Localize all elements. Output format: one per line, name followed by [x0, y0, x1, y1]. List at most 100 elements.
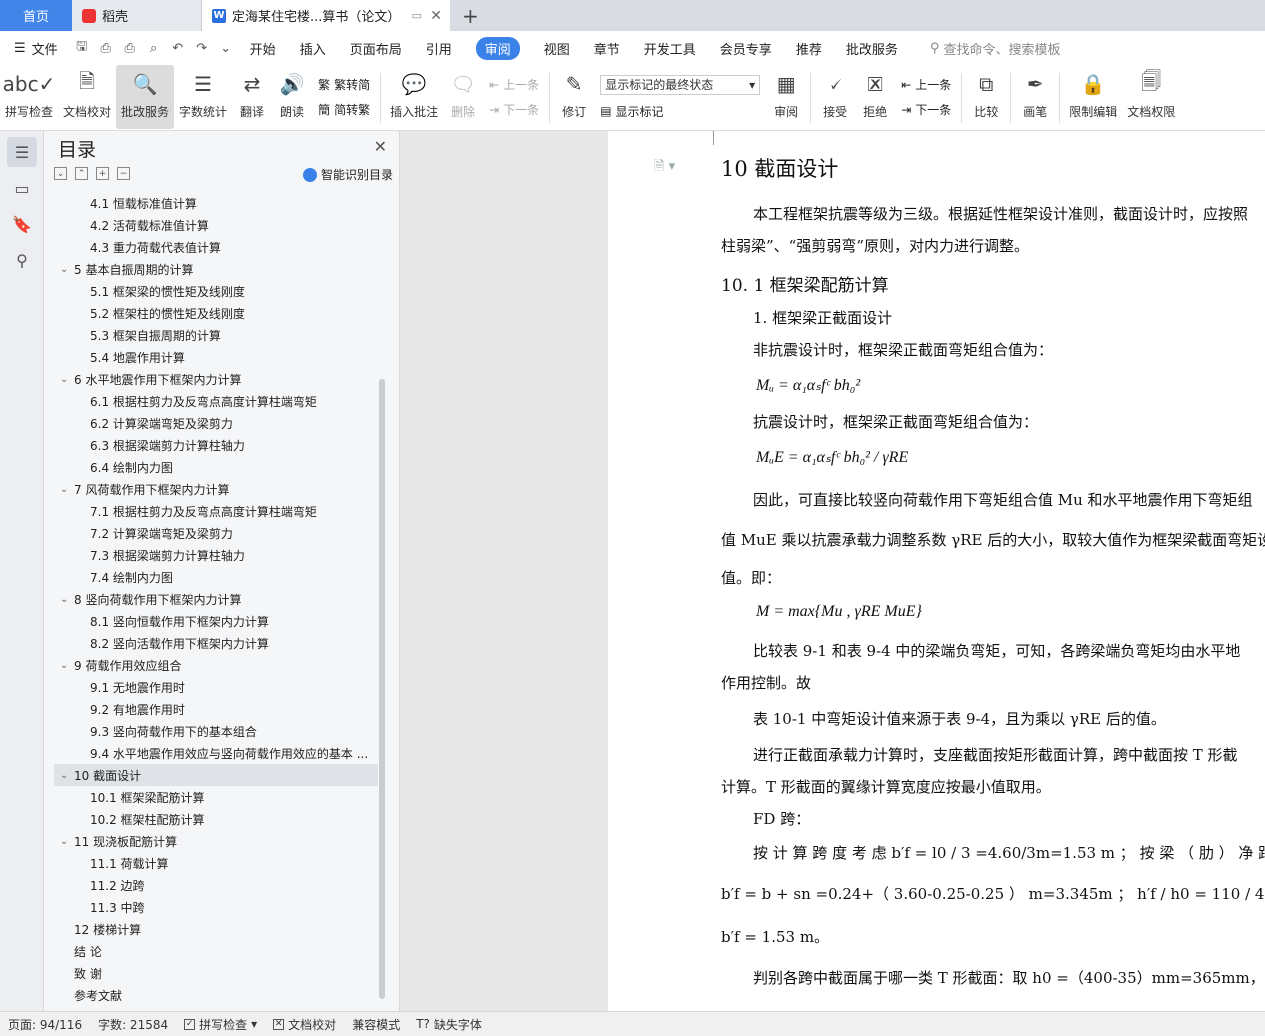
toc-item[interactable]: ⌄ 11 现浇板配筋计算 — [54, 830, 378, 852]
remove-icon[interactable]: − — [117, 167, 130, 180]
toc-item[interactable]: 11.3 中跨 — [54, 896, 378, 918]
menu-start[interactable]: 开始 — [238, 31, 288, 65]
menu-correction[interactable]: 批改服务 — [834, 31, 910, 65]
prev-comment-button[interactable]: ⇤ 上一条 — [489, 76, 539, 93]
close-icon[interactable]: ✕ — [430, 8, 442, 24]
chevron-down-icon[interactable]: ⌄ — [60, 374, 74, 385]
spell-check-button[interactable]: abc✓ 拼写检查 — [0, 65, 58, 129]
chevron-down-icon[interactable]: ⌄ — [60, 264, 74, 275]
trad-to-simp-button[interactable]: 繁繁转简 — [318, 76, 370, 93]
tab-document[interactable]: W 定海某住宅楼...算书（论文） ▭ ✕ — [202, 0, 450, 31]
toc-item[interactable]: ⌄ 8 竖向荷载作用下框架内力计算 — [54, 588, 378, 610]
next-change-button[interactable]: ⇥ 下一条 — [901, 101, 951, 118]
export-pdf-icon[interactable]: ⎙ — [94, 41, 118, 56]
print-preview-icon[interactable]: ⌕ — [142, 41, 166, 56]
toc-item[interactable]: 4.1 恒载标准值计算 — [54, 192, 378, 214]
collapse-icon[interactable]: ⌃ — [75, 167, 88, 180]
toc-item[interactable]: 6.1 根据柱剪力及反弯点高度计算柱端弯矩 — [54, 390, 378, 412]
menu-view[interactable]: 视图 — [532, 31, 582, 65]
document-page[interactable]: 🗎 ▾ 10 截面设计 本工程框架抗震等级为三级。根据延性框架设计准则，截面设计… — [608, 131, 1265, 1011]
toc-item[interactable]: 5.4 地震作用计算 — [54, 346, 378, 368]
toc-item[interactable]: 7.4 绘制内力图 — [54, 566, 378, 588]
spell-check-toggle[interactable]: ✓ 拼写检查 ▾ — [176, 1016, 265, 1033]
missing-font-button[interactable]: T? 缺失字体 — [408, 1016, 490, 1033]
reject-button[interactable]: 🗷 拒绝 — [855, 65, 895, 129]
undo-icon[interactable]: ↶ — [166, 41, 190, 56]
tab-home[interactable]: 首页 — [0, 0, 72, 31]
menu-chapter[interactable]: 章节 — [582, 31, 632, 65]
restrict-editing-button[interactable]: 🔒 限制编辑 — [1064, 65, 1122, 129]
toc-item[interactable]: 7.2 计算梁端弯矩及梁剪力 — [54, 522, 378, 544]
show-markup-button[interactable]: ▤ 显示标记 — [600, 103, 760, 120]
toc-item[interactable]: 5.3 框架自振周期的计算 — [54, 324, 378, 346]
toc-item[interactable]: ⌄ 5 基本自振周期的计算 — [54, 258, 378, 280]
accept-button[interactable]: 🗸 接受 — [815, 65, 855, 129]
toc-item[interactable]: 9.3 竖向荷载作用下的基本组合 — [54, 720, 378, 742]
add-icon[interactable]: + — [96, 167, 109, 180]
command-search[interactable]: ⚲ 查找命令、搜索模板 — [918, 31, 1073, 65]
toc-item[interactable]: 11.1 荷载计算 — [54, 852, 378, 874]
pen-button[interactable]: ✒ 画笔 — [1015, 65, 1055, 129]
bookmark-icon[interactable]: 🔖 — [7, 209, 37, 239]
toc-item[interactable]: ⌄ 6 水平地震作用下框架内力计算 — [54, 368, 378, 390]
search-icon[interactable]: ⚲ — [7, 245, 37, 275]
read-aloud-button[interactable]: 🔊 朗读 — [272, 65, 312, 129]
menu-layout[interactable]: 页面布局 — [338, 31, 414, 65]
toc-item[interactable]: 6.3 根据梁端剪力计算柱轴力 — [54, 434, 378, 456]
toc-item[interactable]: 11.2 边跨 — [54, 874, 378, 896]
toc-icon[interactable]: ☰ — [7, 137, 37, 167]
simp-to-trad-button[interactable]: 簡简转繁 — [318, 101, 370, 118]
delete-comment-button[interactable]: 🗨 删除 — [443, 65, 483, 129]
chevron-down-icon[interactable]: ⌄ — [214, 41, 238, 56]
word-count[interactable]: 字数: 21584 — [90, 1016, 176, 1033]
doc-permission-button[interactable]: 🗐 文档权限 — [1122, 65, 1180, 129]
toc-item[interactable]: 结 论 — [54, 940, 378, 962]
save-icon[interactable]: 🖫 — [70, 37, 94, 59]
menu-devtools[interactable]: 开发工具 — [632, 31, 708, 65]
review-pane-button[interactable]: ▦ 审阅 — [766, 65, 806, 129]
toc-item[interactable]: 9.2 有地震作用时 — [54, 698, 378, 720]
menu-member[interactable]: 会员专享 — [708, 31, 784, 65]
toc-item[interactable]: 致 谢 — [54, 962, 378, 984]
compare-button[interactable]: ⧉ 比较 — [966, 65, 1006, 129]
smart-toc-button[interactable]: 智能识别目录 — [302, 166, 393, 183]
toc-item[interactable]: 6.2 计算梁端弯矩及梁剪力 — [54, 412, 378, 434]
toc-item[interactable]: 10.1 框架梁配筋计算 — [54, 786, 378, 808]
expand-icon[interactable]: ⌄ — [54, 167, 67, 180]
monitor-icon[interactable]: ▭ — [412, 9, 422, 22]
menu-recommend[interactable]: 推荐 — [784, 31, 834, 65]
close-icon[interactable]: ✕ — [374, 137, 387, 156]
doc-check-button[interactable]: 🗎 文档校对 — [58, 65, 116, 129]
toc-item[interactable]: 8.2 竖向活载作用下框架内力计算 — [54, 632, 378, 654]
menu-review[interactable]: 审阅 — [464, 31, 532, 65]
chevron-down-icon[interactable]: ⌄ — [60, 594, 74, 605]
translate-button[interactable]: ⇄ 翻译 — [232, 65, 272, 129]
track-changes-button[interactable]: ✎ 修订 — [554, 65, 594, 129]
toc-item[interactable]: 10.2 框架柱配筋计算 — [54, 808, 378, 830]
new-tab-icon[interactable]: + — [450, 0, 491, 31]
toc-item[interactable]: 9.1 无地震作用时 — [54, 676, 378, 698]
toc-item[interactable]: 5.1 框架梁的惯性矩及线刚度 — [54, 280, 378, 302]
redo-icon[interactable]: ↷ — [190, 41, 214, 56]
chapter-icon[interactable]: ▭ — [7, 173, 37, 203]
chevron-down-icon[interactable]: ⌄ — [60, 660, 74, 671]
menu-insert[interactable]: 插入 — [288, 31, 338, 65]
markup-state-select[interactable]: 显示标记的最终状态 ▾ — [600, 74, 761, 95]
chevron-down-icon[interactable]: ⌄ — [60, 770, 74, 781]
toc-item[interactable]: 4.2 活荷载标准值计算 — [54, 214, 378, 236]
toc-item[interactable]: 7.3 根据梁端剪力计算柱轴力 — [54, 544, 378, 566]
toc-item[interactable]: 参考文献 — [54, 984, 378, 1006]
toc-item[interactable]: 5.2 框架柱的惯性矩及线刚度 — [54, 302, 378, 324]
chevron-down-icon[interactable]: ⌄ — [60, 836, 74, 847]
toc-item[interactable]: 8.1 竖向恒载作用下框架内力计算 — [54, 610, 378, 632]
tab-daoke[interactable]: 稻壳 — [72, 0, 202, 31]
toc-item[interactable]: 7.1 根据柱剪力及反弯点高度计算柱端弯矩 — [54, 500, 378, 522]
toc-item[interactable]: ⌄ 10 截面设计 — [54, 764, 378, 786]
word-count-button[interactable]: ☰ 字数统计 — [174, 65, 232, 129]
toc-item[interactable]: ⌄ 7 风荷载作用下框架内力计算 — [54, 478, 378, 500]
insert-comment-button[interactable]: 💬 插入批注 — [385, 65, 443, 129]
print-icon[interactable]: ⎙ — [118, 41, 142, 56]
page-count[interactable]: 页面: 94/116 — [0, 1016, 90, 1033]
prev-change-button[interactable]: ⇤ 上一条 — [901, 76, 951, 93]
menu-references[interactable]: 引用 — [414, 31, 464, 65]
